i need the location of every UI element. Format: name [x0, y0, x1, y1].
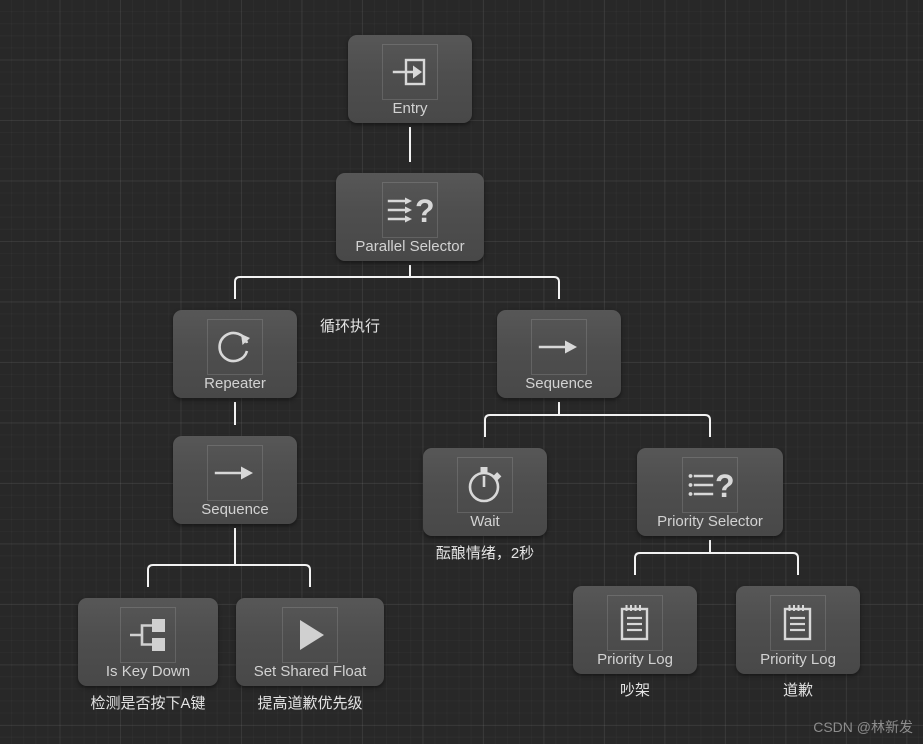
note-priority-log-right: 道歉 — [782, 682, 813, 699]
watermark: CSDN @林新发 — [813, 719, 913, 735]
edge-parallel-selector-to-children — [234, 265, 560, 299]
node-output-port[interactable] — [537, 394, 581, 409]
node-output-port[interactable] — [213, 520, 257, 535]
node-input-port[interactable] — [213, 425, 257, 440]
node-output-port[interactable] — [688, 532, 732, 547]
node-output-port[interactable] — [213, 394, 257, 409]
node-label: Priority Log — [760, 651, 836, 668]
edge-priority-selector-to-children — [634, 540, 799, 575]
stopwatch-icon — [457, 457, 513, 513]
notepad-icon — [770, 595, 826, 651]
node-set-shared-float[interactable]: Set Shared Float — [236, 587, 384, 686]
node-input-port[interactable] — [126, 587, 170, 602]
sequence-arrow-icon — [207, 445, 263, 501]
sequence-arrow-icon — [531, 319, 587, 375]
node-sequence-right[interactable]: Sequence — [497, 299, 621, 409]
node-sequence-left[interactable]: Sequence — [173, 425, 297, 535]
priority-selector-icon: ? — [682, 457, 738, 513]
node-label: Priority Selector — [657, 513, 763, 530]
node-label: Priority Log — [597, 651, 673, 668]
behavior-tree-canvas[interactable]: Entry? Parallel Selector Repeater Sequence I… — [0, 0, 923, 744]
node-input-port[interactable] — [776, 575, 820, 590]
node-label: Parallel Selector — [355, 238, 465, 255]
edge-sequence-left-to-children — [147, 528, 311, 587]
node-wait[interactable]: Wait — [423, 437, 547, 536]
play-triangle-icon — [282, 607, 338, 663]
note-wait: 酝酿情绪，2秒 — [435, 545, 535, 562]
node-input-port[interactable] — [537, 299, 581, 314]
parallel-selector-icon: ? — [382, 182, 438, 238]
node-label: Wait — [470, 513, 500, 530]
repeater-loop-icon — [207, 319, 263, 375]
svg-text:?: ? — [715, 468, 733, 504]
node-priority-log-left[interactable]: Priority Log — [573, 575, 697, 674]
branch-nodes-icon — [120, 607, 176, 663]
node-repeater[interactable]: Repeater — [173, 299, 297, 409]
node-label: Sequence — [525, 375, 593, 392]
node-input-port[interactable] — [613, 575, 657, 590]
note-repeater: 循环执行 — [319, 318, 380, 335]
node-priority-log-right[interactable]: Priority Log — [736, 575, 860, 674]
note-priority-log-left: 吵架 — [619, 682, 650, 699]
node-priority-selector[interactable]: ? Priority Selector — [637, 437, 783, 547]
note-is-key-down: 检测是否按下A键 — [90, 695, 206, 712]
note-set-shared-float: 提高道歉优先级 — [257, 695, 363, 712]
node-output-port[interactable] — [388, 257, 432, 272]
node-label: Set Shared Float — [253, 663, 367, 680]
node-label: Entry — [392, 100, 428, 117]
svg-text:?: ? — [415, 193, 433, 229]
node-input-port[interactable] — [288, 587, 332, 602]
node-input-port[interactable] — [388, 162, 432, 177]
node-label: Is Key Down — [105, 663, 191, 680]
node-input-port[interactable] — [688, 437, 732, 452]
node-input-port[interactable] — [463, 437, 507, 452]
node-is-key-down[interactable]: Is Key Down — [78, 587, 218, 686]
node-label: Sequence — [201, 501, 269, 518]
notepad-icon — [607, 595, 663, 651]
node-output-port[interactable] — [388, 119, 432, 134]
node-parallel-selector[interactable]: ? Parallel Selector — [336, 162, 484, 272]
node-input-port[interactable] — [213, 299, 257, 314]
node-label: Repeater — [204, 375, 266, 392]
node-entry[interactable]: Entry — [348, 35, 472, 134]
entry-arrow-icon — [382, 44, 438, 100]
edge-sequence-right-to-children — [484, 402, 711, 437]
